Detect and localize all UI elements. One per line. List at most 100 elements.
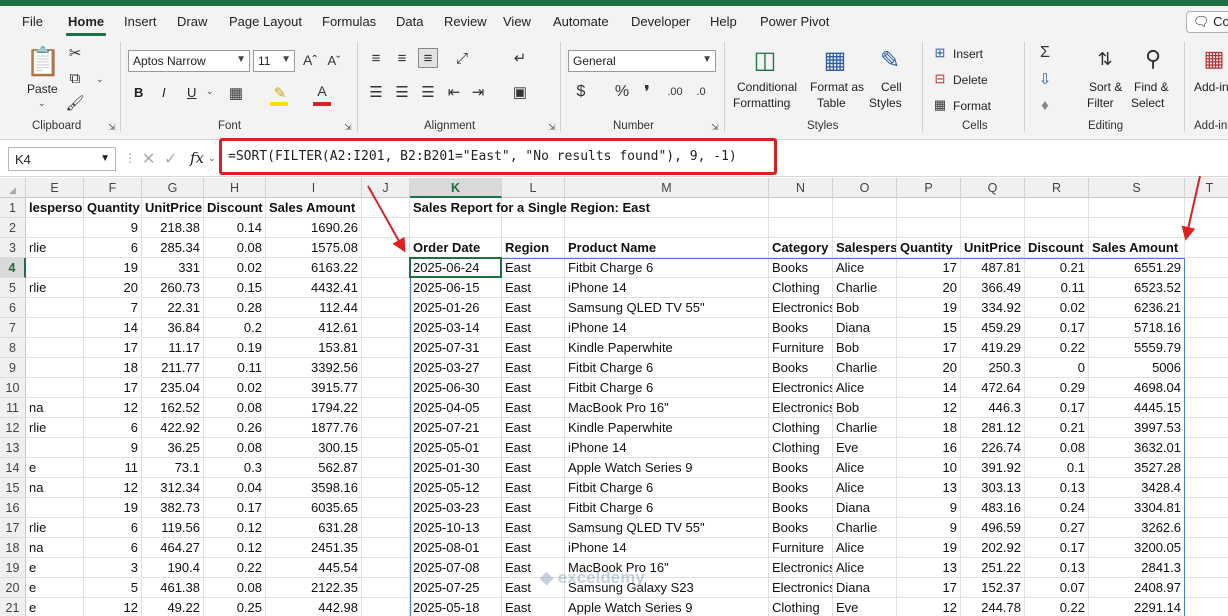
- data-cell[interactable]: 0.19: [204, 338, 266, 358]
- data-cell[interactable]: 4432.41: [266, 278, 362, 298]
- report-cell[interactable]: Apple Watch Series 9: [565, 598, 769, 616]
- data-cell[interactable]: 260.73: [142, 278, 204, 298]
- report-cell[interactable]: 20: [897, 358, 961, 378]
- report-cell[interactable]: East: [502, 478, 565, 498]
- data-cell[interactable]: e: [26, 558, 84, 578]
- empty-cell[interactable]: [1185, 238, 1228, 258]
- add-ins-icon[interactable]: ▦: [1200, 44, 1228, 74]
- find-select-label-2[interactable]: Select: [1131, 96, 1164, 110]
- row-header-1[interactable]: 1: [0, 198, 26, 218]
- data-cell[interactable]: 1794.22: [266, 398, 362, 418]
- report-cell[interactable]: 15: [897, 318, 961, 338]
- report-cell[interactable]: 3262.6: [1089, 518, 1185, 538]
- report-cell[interactable]: MacBook Pro 16": [565, 398, 769, 418]
- report-header-cell[interactable]: Discount: [1025, 238, 1089, 258]
- empty-cell[interactable]: [362, 258, 410, 278]
- report-cell[interactable]: Diana: [833, 498, 897, 518]
- report-cell[interactable]: Kindle Paperwhite: [565, 418, 769, 438]
- report-cell[interactable]: 2025-03-14: [410, 318, 502, 338]
- empty-cell[interactable]: [26, 438, 84, 458]
- row-header-7[interactable]: 7: [0, 318, 26, 338]
- column-header-s[interactable]: S: [1089, 178, 1185, 198]
- alignment-launcher-icon[interactable]: ⇲: [548, 122, 556, 133]
- row-header-8[interactable]: 8: [0, 338, 26, 358]
- data-cell[interactable]: 112.44: [266, 298, 362, 318]
- data-cell[interactable]: 312.34: [142, 478, 204, 498]
- header-cell[interactable]: Sales Amount: [266, 198, 362, 218]
- empty-cell[interactable]: [410, 218, 502, 238]
- data-cell[interactable]: 461.38: [142, 578, 204, 598]
- report-cell[interactable]: East: [502, 458, 565, 478]
- data-cell[interactable]: 17: [84, 378, 142, 398]
- data-cell[interactable]: 12: [84, 478, 142, 498]
- underline-chevron-icon[interactable]: ⌄: [206, 86, 214, 97]
- format-cells-button[interactable]: Format: [953, 99, 991, 113]
- report-cell[interactable]: 0.21: [1025, 418, 1089, 438]
- row-header-4[interactable]: 4: [0, 258, 26, 278]
- paste-label[interactable]: Paste: [27, 82, 58, 96]
- number-launcher-icon[interactable]: ⇲: [711, 122, 719, 133]
- empty-cell[interactable]: [1185, 258, 1228, 278]
- empty-cell[interactable]: [833, 218, 897, 238]
- merge-center-icon[interactable]: ▣: [510, 82, 530, 102]
- report-cell[interactable]: Kindle Paperwhite: [565, 338, 769, 358]
- empty-cell[interactable]: [362, 298, 410, 318]
- tab-help[interactable]: Help: [710, 14, 737, 29]
- data-cell[interactable]: 9: [84, 438, 142, 458]
- font-size-combo[interactable]: 11 ▼: [253, 50, 295, 72]
- data-cell[interactable]: e: [26, 578, 84, 598]
- data-cell[interactable]: 0.02: [204, 258, 266, 278]
- data-cell[interactable]: 9: [84, 218, 142, 238]
- row-header-2[interactable]: 2: [0, 218, 26, 238]
- empty-cell[interactable]: [362, 578, 410, 598]
- insert-cells-button[interactable]: Insert: [953, 47, 983, 61]
- report-cell[interactable]: 13: [897, 478, 961, 498]
- report-cell[interactable]: Electronics: [769, 578, 833, 598]
- report-cell[interactable]: 9: [897, 518, 961, 538]
- report-cell[interactable]: 2025-05-12: [410, 478, 502, 498]
- empty-cell[interactable]: [897, 198, 961, 218]
- empty-cell[interactable]: [362, 518, 410, 538]
- empty-cell[interactable]: [769, 218, 833, 238]
- empty-cell[interactable]: [362, 558, 410, 578]
- report-cell[interactable]: Diana: [833, 578, 897, 598]
- report-header-cell[interactable]: UnitPrice: [961, 238, 1025, 258]
- format-as-table-icon[interactable]: ▦: [818, 44, 852, 76]
- data-cell[interactable]: 14: [84, 318, 142, 338]
- column-header-f[interactable]: F: [84, 178, 142, 198]
- report-cell[interactable]: 17: [897, 578, 961, 598]
- report-cell[interactable]: 0.22: [1025, 598, 1089, 616]
- empty-cell[interactable]: [1025, 218, 1089, 238]
- tab-file[interactable]: File: [22, 14, 43, 29]
- cell-styles-label-2[interactable]: Styles: [869, 96, 902, 110]
- data-cell[interactable]: 119.56: [142, 518, 204, 538]
- data-cell[interactable]: 6163.22: [266, 258, 362, 278]
- conditional-formatting-icon[interactable]: ◫: [748, 44, 782, 76]
- report-cell[interactable]: 2025-07-25: [410, 578, 502, 598]
- data-cell[interactable]: rlie: [26, 418, 84, 438]
- column-header-p[interactable]: P: [897, 178, 961, 198]
- report-cell[interactable]: East: [502, 258, 565, 278]
- header-cell[interactable]: UnitPrice: [142, 198, 204, 218]
- data-cell[interactable]: 631.28: [266, 518, 362, 538]
- enter-icon[interactable]: ✓: [164, 149, 177, 169]
- empty-cell[interactable]: [1185, 578, 1228, 598]
- data-cell[interactable]: 0.28: [204, 298, 266, 318]
- data-cell[interactable]: 0.25: [204, 598, 266, 616]
- empty-cell[interactable]: [961, 198, 1025, 218]
- row-header-14[interactable]: 14: [0, 458, 26, 478]
- report-cell[interactable]: 2841.3: [1089, 558, 1185, 578]
- report-cell[interactable]: 2025-10-13: [410, 518, 502, 538]
- report-cell[interactable]: 0.21: [1025, 258, 1089, 278]
- report-cell[interactable]: East: [502, 518, 565, 538]
- report-cell[interactable]: 0.29: [1025, 378, 1089, 398]
- report-cell[interactable]: 487.81: [961, 258, 1025, 278]
- empty-cell[interactable]: [1089, 218, 1185, 238]
- data-cell[interactable]: 17: [84, 338, 142, 358]
- report-cell[interactable]: 2025-01-30: [410, 458, 502, 478]
- data-cell[interactable]: 0.12: [204, 518, 266, 538]
- empty-cell[interactable]: [1185, 498, 1228, 518]
- row-header-6[interactable]: 6: [0, 298, 26, 318]
- empty-cell[interactable]: [1185, 458, 1228, 478]
- data-cell[interactable]: 0.08: [204, 438, 266, 458]
